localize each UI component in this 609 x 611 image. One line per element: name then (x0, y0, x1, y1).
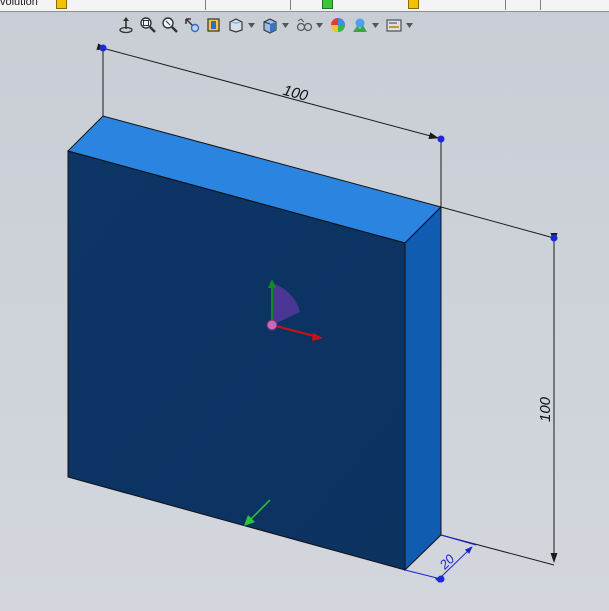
origin-point (266, 319, 278, 331)
dimension-point (437, 135, 445, 143)
extension-line-depth (440, 534, 477, 546)
dimension-point (437, 575, 445, 583)
block-side-face[interactable] (404, 205, 442, 572)
dimension-point (550, 234, 558, 242)
dimension-point (99, 44, 107, 52)
dimension-line-width (96, 43, 439, 140)
dimension-width-label[interactable]: 100 (281, 82, 310, 105)
extension-line (440, 206, 555, 239)
model-view: 100 100 20 (67, 43, 558, 584)
dimension-height-label[interactable]: 100 (537, 396, 554, 422)
dimension-depth-label[interactable]: 20 (436, 551, 458, 573)
extension-line-depth (404, 569, 442, 580)
